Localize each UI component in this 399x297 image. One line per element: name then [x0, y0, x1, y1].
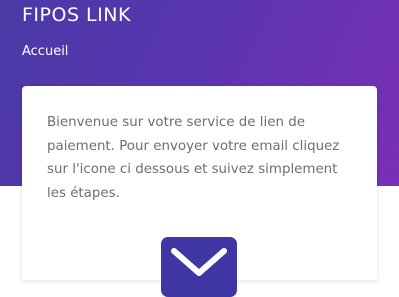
welcome-text: Bienvenue sur votre service de lien de p…	[47, 115, 340, 201]
welcome-card: Bienvenue sur votre service de lien de p…	[22, 86, 377, 297]
send-email-button[interactable]	[161, 237, 237, 297]
envelope-icon	[171, 248, 227, 276]
app-title: FIPOS LINK	[22, 4, 131, 26]
breadcrumb-home[interactable]: Accueil	[22, 44, 68, 59]
